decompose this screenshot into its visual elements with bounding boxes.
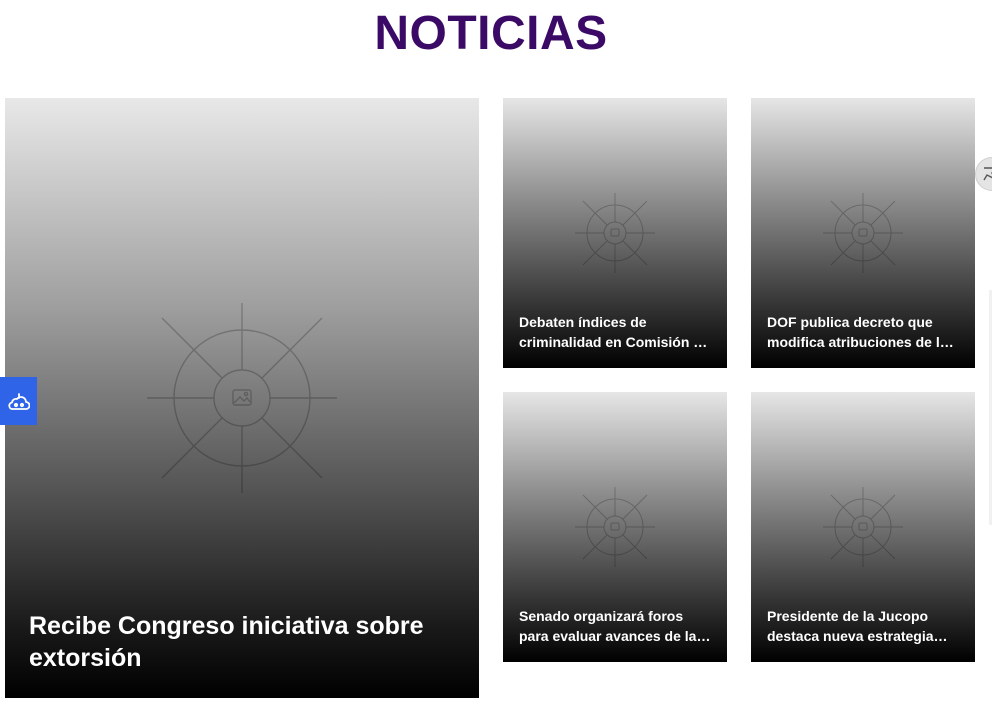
news-card[interactable]: Senado organizará foros para evaluar ava… xyxy=(503,392,727,662)
news-card-title[interactable]: Senado organizará foros para evaluar ava… xyxy=(519,606,713,646)
pin-icon xyxy=(983,167,992,181)
image-placeholder-icon xyxy=(575,487,655,567)
image-placeholder-icon xyxy=(823,487,903,567)
section-title: NOTICIAS xyxy=(374,7,608,60)
image-placeholder-icon xyxy=(147,303,337,493)
news-card[interactable]: Presidente de la Jucopo destaca nueva es… xyxy=(751,392,975,662)
image-placeholder-icon xyxy=(575,193,655,273)
featured-news-title[interactable]: Recibe Congreso iniciativa sobre extorsi… xyxy=(29,610,455,674)
featured-news-card[interactable]: Recibe Congreso iniciativa sobre extorsi… xyxy=(5,98,479,698)
accessibility-widget-button[interactable] xyxy=(0,377,37,425)
news-card-title[interactable]: Presidente de la Jucopo destaca nueva es… xyxy=(767,606,961,646)
news-section: NOTICIAS Recibe Congreso iniciativa sobr… xyxy=(0,0,992,719)
news-card[interactable]: Debaten índices de criminalidad en Comis… xyxy=(503,98,727,368)
news-card-title[interactable]: DOF publica decreto que modifica atribuc… xyxy=(767,312,961,352)
news-card-title[interactable]: Debaten índices de criminalidad en Comis… xyxy=(519,312,713,352)
accessibility-cloud-icon xyxy=(7,393,30,410)
edge-floating-button[interactable] xyxy=(975,157,992,191)
image-placeholder-icon xyxy=(823,193,903,273)
news-card[interactable]: DOF publica decreto que modifica atribuc… xyxy=(751,98,975,368)
